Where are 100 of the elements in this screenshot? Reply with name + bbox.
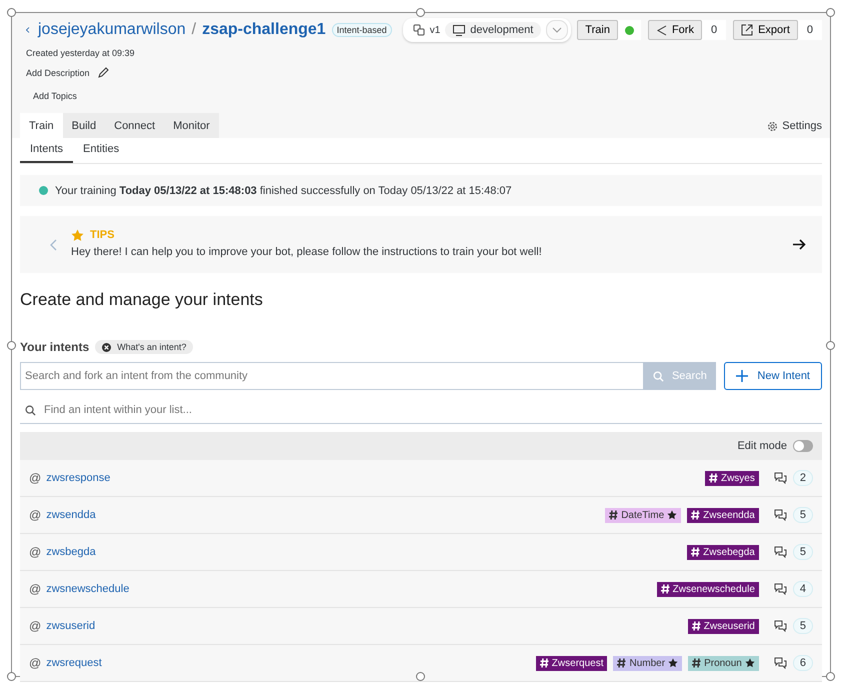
- chat-icon: [774, 620, 787, 632]
- page-heading: Create and manage your intents: [20, 290, 264, 310]
- close-icon: [102, 342, 112, 352]
- tag: Zwseendda: [687, 508, 759, 522]
- tag: Number: [613, 656, 682, 670]
- hash-icon: [540, 658, 549, 668]
- star-icon: [667, 510, 678, 520]
- arrow-right-icon[interactable]: [793, 239, 806, 250]
- intent-row[interactable]: @ zwsnewschedule Zwsenewschedule 4: [20, 571, 822, 608]
- tab[interactable]: Build: [62, 113, 106, 138]
- at-icon: @: [29, 508, 42, 522]
- tip-text: Hey there! I can help you to improve your bot, please follow the instructions to train your bot well!: [71, 246, 542, 258]
- training-status-text: Your training Today 05/13/22 at 15:48:03 finished successfully on Today 05/13/22 at 15:48:07: [55, 184, 512, 196]
- resize-handle[interactable]: [7, 672, 16, 681]
- at-icon: @: [29, 545, 42, 559]
- tag: Zwserquest: [536, 656, 608, 670]
- hash-icon: [692, 621, 701, 631]
- chat-icon: [774, 472, 787, 484]
- at-icon: @: [29, 582, 42, 596]
- tab[interactable]: Monitor: [164, 113, 219, 138]
- community-search-field[interactable]: Search and fork an intent from the community: [20, 362, 644, 390]
- intent-row[interactable]: @ zwsresponse Zwsyes 2: [20, 460, 822, 497]
- star-icon: [744, 658, 755, 668]
- expression-count: 2: [792, 470, 813, 486]
- intent-link[interactable]: zwsendda: [46, 509, 96, 521]
- expression-count: 5: [792, 507, 813, 523]
- version-selector[interactable]: v1 development: [402, 18, 572, 42]
- new-intent-button[interactable]: New Intent: [724, 362, 822, 390]
- chat-icon: [774, 546, 787, 558]
- hash-icon: [691, 547, 700, 557]
- tag: Zwseuserid: [688, 618, 759, 634]
- chat-icon: [774, 657, 787, 669]
- hash-icon: [617, 658, 626, 668]
- search-icon: [25, 404, 36, 416]
- version-label: v1: [430, 24, 440, 36]
- tag: Zwsyes: [704, 470, 759, 486]
- intent-row[interactable]: @ zwsuserid Zwseuserid 5: [20, 608, 822, 645]
- path-separator: /: [192, 21, 196, 39]
- resize-handle[interactable]: [826, 672, 835, 681]
- hash-icon: [609, 510, 618, 520]
- train-button[interactable]: Train: [577, 20, 618, 40]
- filter-field[interactable]: Find an intent within your list...: [42, 403, 822, 417]
- subtab[interactable]: Entities: [73, 138, 130, 163]
- hash-icon: [660, 584, 670, 594]
- at-icon: @: [29, 471, 42, 485]
- expression-count: 5: [792, 544, 813, 560]
- add-topics-link[interactable]: Add Topics: [33, 91, 77, 101]
- expression-count: 4: [792, 581, 813, 597]
- fork-icon: [656, 24, 667, 36]
- created-date: Created yesterday at 09:39: [26, 48, 136, 58]
- intent-row[interactable]: @ zwsendda DateTime Zwseendda 5: [20, 497, 822, 534]
- owner-link[interactable]: josejeyakumarwilson: [38, 21, 186, 39]
- star-icon: [71, 228, 84, 242]
- resize-handle[interactable]: [826, 341, 835, 350]
- tag: DateTime: [605, 508, 682, 522]
- intent-link[interactable]: zwsrequest: [46, 657, 102, 669]
- intent-row[interactable]: @ zwsbegda Zwsebegda 5: [20, 534, 822, 571]
- intent-link[interactable]: zwsuserid: [46, 620, 96, 632]
- intent-link[interactable]: zwsbegda: [46, 546, 96, 558]
- tab[interactable]: Train: [20, 113, 63, 138]
- hash-icon: [691, 510, 700, 520]
- section-title: Your intents: [20, 340, 90, 354]
- intent-link[interactable]: zwsresponse: [46, 472, 110, 484]
- expression-count: 6: [792, 655, 813, 671]
- intent-row[interactable]: @ zwsrequest Zwserquest Number Pronoun 6: [20, 645, 822, 682]
- hash-icon: [708, 473, 718, 483]
- at-icon: @: [29, 656, 42, 670]
- chat-icon: [774, 509, 787, 521]
- action-count: 0: [806, 23, 814, 38]
- bot-type-badge: Intent-based: [332, 23, 392, 37]
- expression-count: 5: [792, 618, 813, 634]
- action-button[interactable]: Fork: [648, 20, 702, 40]
- resize-handle[interactable]: [7, 8, 16, 17]
- pencil-icon[interactable]: [98, 67, 109, 78]
- action-button[interactable]: Export: [733, 20, 798, 40]
- edit-mode-label: Edit mode: [737, 440, 787, 452]
- star-icon: [668, 658, 678, 668]
- tab[interactable]: Connect: [105, 113, 164, 138]
- resize-handle[interactable]: [826, 8, 835, 17]
- tag: Pronoun: [688, 656, 759, 670]
- environment-pill[interactable]: development: [445, 22, 542, 38]
- dropdown-button[interactable]: [546, 20, 568, 40]
- search-icon: [652, 370, 664, 382]
- resize-handle[interactable]: [416, 8, 425, 17]
- resize-handle[interactable]: [7, 341, 16, 350]
- plus-icon: [736, 370, 748, 382]
- intent-link[interactable]: zwsnewschedule: [46, 583, 130, 595]
- chat-icon: [774, 583, 787, 595]
- edit-mode-toggle[interactable]: [793, 440, 813, 452]
- monitor-icon: [453, 24, 466, 36]
- subtab[interactable]: Intents: [20, 138, 74, 163]
- export-icon: [741, 24, 754, 36]
- help-chip[interactable]: What's an intent?: [95, 340, 194, 354]
- add-description-link[interactable]: Add Description: [26, 68, 90, 78]
- bot-name: zsap-challenge1: [202, 21, 326, 39]
- versions-icon: [412, 24, 425, 36]
- tag: Zwsenewschedule: [656, 582, 759, 596]
- tips-title: TIPS: [90, 229, 114, 241]
- settings-link[interactable]: Settings: [767, 120, 822, 138]
- tag: Zwsebegda: [687, 544, 759, 560]
